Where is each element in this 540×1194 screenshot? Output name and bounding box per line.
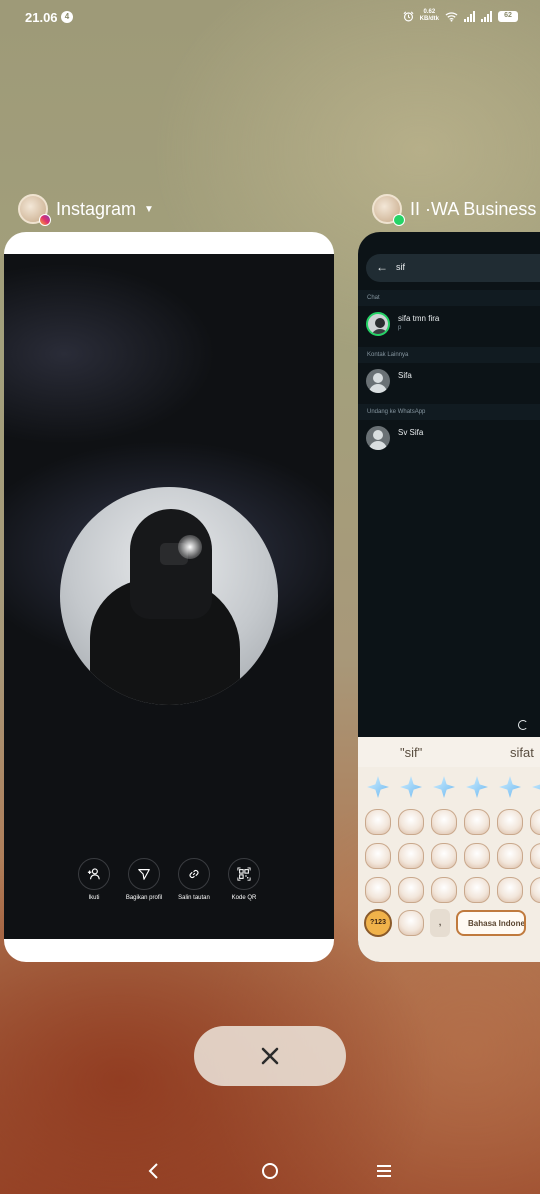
net-speed-unit: KB/dtk [419, 16, 439, 22]
copy-link-action[interactable]: Salin tautan [178, 858, 210, 901]
character-sticker-icon[interactable] [398, 877, 424, 903]
back-chevron-icon [148, 1163, 158, 1179]
sparkle-sticker-icon[interactable] [466, 776, 488, 798]
copy-link-label: Salin tautan [178, 895, 210, 901]
chevron-down-icon[interactable]: ▼ [144, 204, 154, 215]
back-arrow-icon[interactable]: ← [376, 260, 388, 274]
instagram-profile-icon [18, 194, 51, 226]
character-sticker-icon[interactable] [365, 809, 391, 835]
sparkle-sticker-icon[interactable] [367, 776, 389, 798]
home-circle-icon [262, 1163, 278, 1179]
send-icon [128, 858, 160, 890]
character-sticker-icon[interactable] [497, 843, 523, 869]
avatar-placeholder-icon [366, 369, 390, 393]
close-icon [261, 1047, 279, 1065]
keyboard: "sif" sifat ?123 , Bahasa Indone [358, 737, 540, 962]
app-label-instagram[interactable]: Instagram ▼ [18, 194, 154, 226]
sparkle-sticker-icon[interactable] [532, 776, 540, 798]
sparkle-sticker-icon[interactable] [433, 776, 455, 798]
invite-result-row[interactable]: Sv Sifa [358, 420, 540, 456]
contact-name: Sifa [398, 371, 412, 380]
character-sticker-icon[interactable] [431, 809, 457, 835]
share-profile-action[interactable]: Bagikan profil [125, 858, 163, 901]
alarm-icon [403, 11, 414, 21]
app-label-text: II ·WA Business [410, 198, 537, 219]
character-sticker-icon[interactable] [530, 877, 540, 903]
app-label-text: Instagram [56, 198, 137, 219]
contact-name: Sv Sifa [398, 428, 424, 437]
search-query: sif [396, 262, 405, 272]
nav-home-button[interactable] [261, 1162, 279, 1185]
notification-count-badge: 4 [61, 11, 73, 23]
character-sticker-icon[interactable] [530, 809, 540, 835]
character-sticker-icon[interactable] [431, 843, 457, 869]
character-sticker-icon[interactable] [464, 843, 490, 869]
sparkle-sticker-icon[interactable] [400, 776, 422, 798]
character-sticker-icon[interactable] [365, 877, 391, 903]
profile-actions: Ikuti Bagikan profil Salin tautan Kode Q… [78, 858, 260, 901]
follow-action[interactable]: Ikuti [78, 858, 110, 901]
suggestion-1[interactable]: "sif" [400, 745, 422, 760]
keyboard-bottom-row: ?123 , Bahasa Indonesia [364, 909, 526, 937]
suggestion-2[interactable]: sifat [510, 745, 534, 760]
suggestion-strip: "sif" sifat [358, 737, 540, 767]
character-sticker-icon[interactable] [398, 910, 424, 936]
instagram-profile-screen: Ikuti Bagikan profil Salin tautan Kode Q… [4, 254, 334, 939]
character-sticker-icon[interactable] [398, 809, 424, 835]
character-sticker-icon[interactable] [398, 843, 424, 869]
clear-all-button[interactable] [194, 1026, 346, 1086]
contact-result-row[interactable]: Sifa [358, 363, 540, 399]
sticker-grid [362, 771, 540, 907]
status-icons: 0.62 KB/dtk 62 [403, 9, 518, 23]
whatsapp-business-profile-icon [372, 194, 405, 226]
battery-icon: 62 [498, 10, 518, 22]
contact-name: sifa tmn fira [398, 314, 440, 323]
instagram-badge-icon [39, 214, 51, 226]
section-chat: Chat [358, 290, 540, 306]
whatsapp-badge-icon [393, 214, 405, 226]
profile-photo [60, 487, 278, 705]
qr-code-action[interactable]: Kode QR [228, 858, 260, 901]
menu-icon [377, 1165, 391, 1177]
status-time: 21.06 [25, 10, 58, 25]
signal-1-icon [464, 10, 475, 22]
character-sticker-icon[interactable] [464, 877, 490, 903]
avatar [366, 312, 390, 336]
share-profile-label: Bagikan profil [125, 895, 163, 901]
section-invite: Undang ke WhatsApp [358, 404, 540, 420]
nav-back-button[interactable] [146, 1162, 162, 1185]
character-sticker-icon[interactable] [497, 877, 523, 903]
space-key[interactable]: Bahasa Indonesia [456, 910, 526, 936]
wifi-icon [445, 11, 458, 22]
last-message: p [398, 325, 402, 331]
avatar-placeholder-icon [366, 426, 390, 450]
qr-code-label: Kode QR [231, 895, 257, 901]
character-sticker-icon[interactable] [497, 809, 523, 835]
net-speed: 0.62 KB/dtk [420, 9, 439, 23]
net-speed-value: 0.62 [423, 9, 436, 15]
link-icon [178, 858, 210, 890]
character-sticker-icon[interactable] [431, 877, 457, 903]
app-label-wa-business[interactable]: II ·WA Business [372, 194, 537, 226]
recent-card-instagram[interactable]: Ikuti Bagikan profil Salin tautan Kode Q… [4, 232, 334, 962]
comma-key[interactable]: , [430, 909, 450, 937]
nav-recents-button[interactable] [375, 1162, 393, 1185]
chat-result-row[interactable]: sifa tmn fira p [358, 306, 540, 342]
character-sticker-icon[interactable] [530, 843, 540, 869]
recent-card-wa-business[interactable]: ← sif Chat sifa tmn fira p Kontak Lainny… [358, 232, 540, 962]
status-bar: 21.06 4 0.62 KB/dtk 62 [0, 0, 540, 34]
qr-code-icon [228, 858, 260, 890]
loading-spinner-icon [518, 720, 528, 730]
add-person-icon [78, 858, 110, 890]
character-sticker-icon[interactable] [464, 809, 490, 835]
section-other-contacts: Kontak Lainnya [358, 347, 540, 363]
symbols-key[interactable]: ?123 [364, 909, 392, 937]
follow-label: Ikuti [88, 895, 100, 901]
search-bar[interactable]: ← sif [366, 254, 540, 282]
character-sticker-icon[interactable] [365, 843, 391, 869]
sparkle-sticker-icon[interactable] [499, 776, 521, 798]
signal-2-icon [481, 10, 492, 22]
